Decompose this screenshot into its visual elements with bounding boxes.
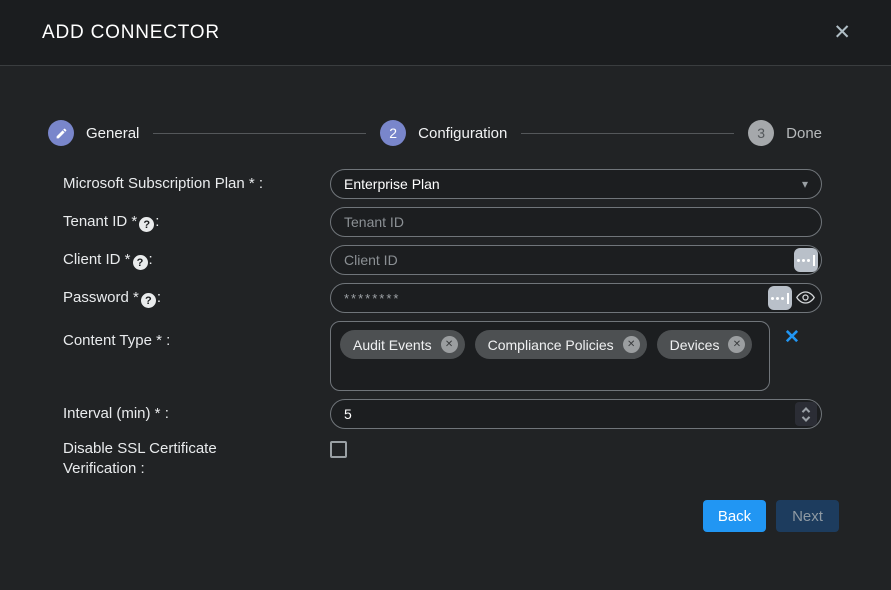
interval-label: Interval (min) * : [0, 404, 330, 424]
chip-remove-icon[interactable]: ✕ [441, 336, 458, 353]
tenant-id-colon: : [155, 213, 159, 230]
pencil-icon [55, 127, 68, 140]
chevron-down-icon: ▾ [802, 177, 808, 191]
wizard-footer: Back Next [0, 500, 891, 532]
tenant-id-row: Tenant ID *?: [0, 207, 891, 237]
connector-config-form: Microsoft Subscription Plan * : Enterpri… [0, 169, 891, 479]
number-stepper[interactable] [795, 402, 817, 426]
password-row: Password *?: [0, 283, 891, 313]
back-button[interactable]: Back [703, 500, 766, 532]
subscription-plan-select[interactable]: Enterprise Plan ▾ [330, 169, 822, 199]
show-password-eye-icon[interactable] [796, 290, 815, 305]
subscription-plan-value: Enterprise Plan [344, 176, 440, 192]
chip-label: Audit Events [353, 337, 432, 353]
chip-compliance-policies: Compliance Policies ✕ [475, 330, 647, 359]
chip-label: Devices [670, 337, 720, 353]
tenant-id-label: Tenant ID * [63, 213, 137, 230]
step-general[interactable]: General [48, 120, 139, 146]
clear-selection-icon[interactable]: ✕ [784, 328, 800, 347]
close-icon[interactable]: ✕ [833, 22, 851, 43]
credential-picker-icon[interactable] [794, 248, 818, 272]
client-id-label: Client ID * [63, 251, 131, 268]
content-type-label: Content Type * : [0, 321, 330, 351]
ssl-label-line2: Verification : [63, 459, 330, 479]
next-button[interactable]: Next [776, 500, 839, 532]
step-done[interactable]: 3 Done [748, 120, 822, 146]
chip-remove-icon[interactable]: ✕ [728, 336, 745, 353]
help-icon[interactable]: ? [133, 255, 148, 270]
step-general-circle [48, 120, 74, 146]
credential-picker-icon[interactable] [768, 286, 792, 310]
ssl-verification-row: Disable SSL Certificate Verification : [0, 439, 891, 479]
content-type-multiselect[interactable]: Audit Events ✕ Compliance Policies ✕ Dev… [330, 321, 770, 391]
ssl-verification-checkbox[interactable] [330, 441, 347, 458]
subscription-plan-row: Microsoft Subscription Plan * : Enterpri… [0, 169, 891, 199]
content-type-row: Content Type * : Audit Events ✕ Complian… [0, 321, 891, 391]
password-label: Password * [63, 289, 139, 306]
wizard-stepper: General 2 Configuration 3 Done [48, 120, 822, 146]
help-icon[interactable]: ? [139, 217, 154, 232]
modal-header: ADD CONNECTOR ✕ [0, 0, 891, 66]
chevron-down-icon [802, 413, 810, 421]
chip-devices: Devices ✕ [657, 330, 753, 359]
ssl-label-line1: Disable SSL Certificate [63, 439, 330, 459]
step-done-label: Done [786, 125, 822, 142]
subscription-plan-label: Microsoft Subscription Plan * : [0, 174, 330, 194]
client-id-row: Client ID *?: [0, 245, 891, 275]
client-id-input[interactable] [330, 245, 822, 275]
tenant-id-input[interactable] [330, 207, 822, 237]
page-title: ADD CONNECTOR [42, 22, 220, 44]
help-icon[interactable]: ? [141, 293, 156, 308]
step-general-label: General [86, 125, 139, 142]
password-colon: : [157, 289, 161, 306]
step-configuration-circle: 2 [380, 120, 406, 146]
interval-input[interactable] [330, 399, 822, 429]
step-configuration[interactable]: 2 Configuration [380, 120, 507, 146]
chip-remove-icon[interactable]: ✕ [623, 336, 640, 353]
password-input[interactable] [330, 283, 822, 313]
step-done-circle: 3 [748, 120, 774, 146]
stepper-connector [153, 133, 366, 134]
step-configuration-label: Configuration [418, 125, 507, 142]
chip-label: Compliance Policies [488, 337, 614, 353]
chip-audit-events: Audit Events ✕ [340, 330, 465, 359]
client-id-colon: : [149, 251, 153, 268]
interval-row: Interval (min) * : [0, 399, 891, 429]
stepper-connector [521, 133, 734, 134]
